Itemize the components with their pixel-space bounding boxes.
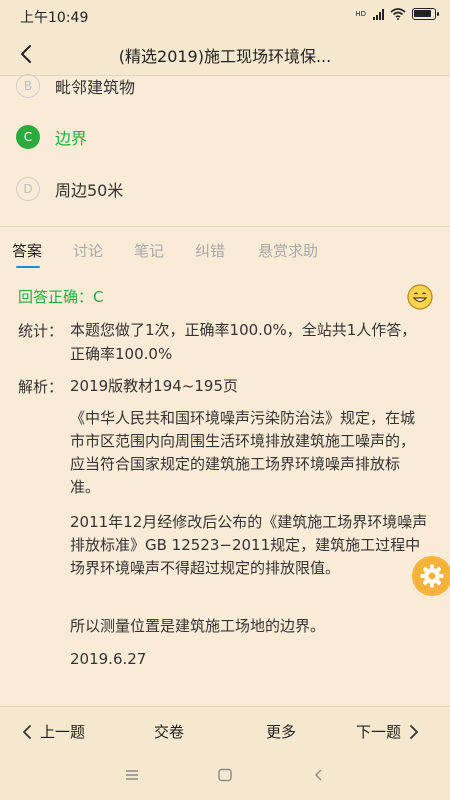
menu-icon[interactable] bbox=[124, 768, 140, 782]
chevron-right-icon bbox=[410, 724, 418, 739]
settings-float-button[interactable] bbox=[412, 556, 450, 596]
option-d[interactable]: D 周边50米 bbox=[16, 177, 123, 201]
smiley-icon[interactable] bbox=[407, 284, 433, 310]
prev-question-label: 上一题 bbox=[40, 723, 86, 741]
more-label: 更多 bbox=[266, 723, 297, 741]
status-icons: HD bbox=[355, 8, 439, 20]
analysis-paragraph: 所以测量位置是建筑施工场地的边界。 bbox=[70, 617, 326, 635]
status-time: 上午10:49 bbox=[20, 10, 89, 26]
option-text: 毗邻建筑物 bbox=[55, 78, 136, 97]
more-button[interactable]: 更多 bbox=[266, 721, 296, 742]
option-letter: C bbox=[16, 125, 40, 149]
next-question-label: 下一题 bbox=[356, 723, 402, 741]
tab-discussion[interactable]: 讨论 bbox=[73, 240, 103, 261]
analysis-paragraph: 《中华人民共和国环境噪声污染防治法》规定，在城市市区范围内向周围生活环境排放建筑… bbox=[70, 409, 416, 496]
divider bbox=[0, 226, 450, 227]
network-type: HD bbox=[355, 9, 366, 18]
analysis-paragraph: 2011年12月经修改后公布的《建筑施工场界环境噪声排放标准》GB 12523−… bbox=[70, 513, 428, 577]
battery-fill bbox=[414, 10, 431, 17]
tab-underline bbox=[16, 266, 40, 268]
option-c[interactable]: C 边界 bbox=[16, 125, 87, 149]
battery-icon bbox=[412, 8, 439, 20]
tab-notes[interactable]: 笔记 bbox=[134, 240, 164, 261]
option-text: 周边50米 bbox=[55, 181, 124, 200]
system-nav-bar bbox=[0, 754, 450, 800]
prev-question-button[interactable]: 上一题 bbox=[22, 721, 85, 742]
nav-back-icon[interactable] bbox=[312, 768, 324, 782]
tab-correction[interactable]: 纠错 bbox=[195, 240, 225, 261]
analysis-date: 2019.6.27 bbox=[70, 650, 147, 668]
page-title: (精选2019)施工现场环境保... bbox=[118, 47, 332, 66]
answer-result: 回答正确：C bbox=[18, 288, 104, 306]
option-text: 边界 bbox=[55, 129, 88, 148]
status-bar: 上午10:49 HD bbox=[0, 0, 450, 32]
app-bar: (精选2019)施工现场环境保... bbox=[0, 32, 450, 76]
chevron-left-icon bbox=[23, 724, 31, 739]
gear-icon bbox=[420, 564, 444, 588]
stats-text: 本题您做了1次，正确率100.0%，全站共1人作答，正确率100.0% bbox=[70, 321, 417, 363]
wifi-icon bbox=[390, 8, 406, 20]
option-letter: B bbox=[16, 74, 40, 98]
option-b[interactable]: B 毗邻建筑物 bbox=[16, 74, 135, 98]
submit-exam-label: 交卷 bbox=[154, 723, 185, 741]
analysis-paragraph: 2019版教材194~195页 bbox=[70, 377, 239, 395]
option-letter: D bbox=[16, 177, 40, 201]
back-button[interactable] bbox=[10, 38, 42, 70]
tab-bounty-help[interactable]: 悬赏求助 bbox=[258, 240, 318, 261]
bottom-action-bar: 上一题 交卷 更多 下一题 bbox=[0, 706, 450, 754]
signal-icon bbox=[373, 8, 384, 20]
stats-label: 统计： bbox=[18, 322, 64, 340]
home-icon[interactable] bbox=[217, 768, 233, 782]
next-question-button[interactable]: 下一题 bbox=[356, 721, 419, 742]
tab-answer[interactable]: 答案 bbox=[12, 240, 42, 261]
submit-exam-button[interactable]: 交卷 bbox=[154, 721, 184, 742]
analysis-label: 解析： bbox=[18, 378, 64, 396]
back-arrow-icon bbox=[21, 45, 31, 63]
